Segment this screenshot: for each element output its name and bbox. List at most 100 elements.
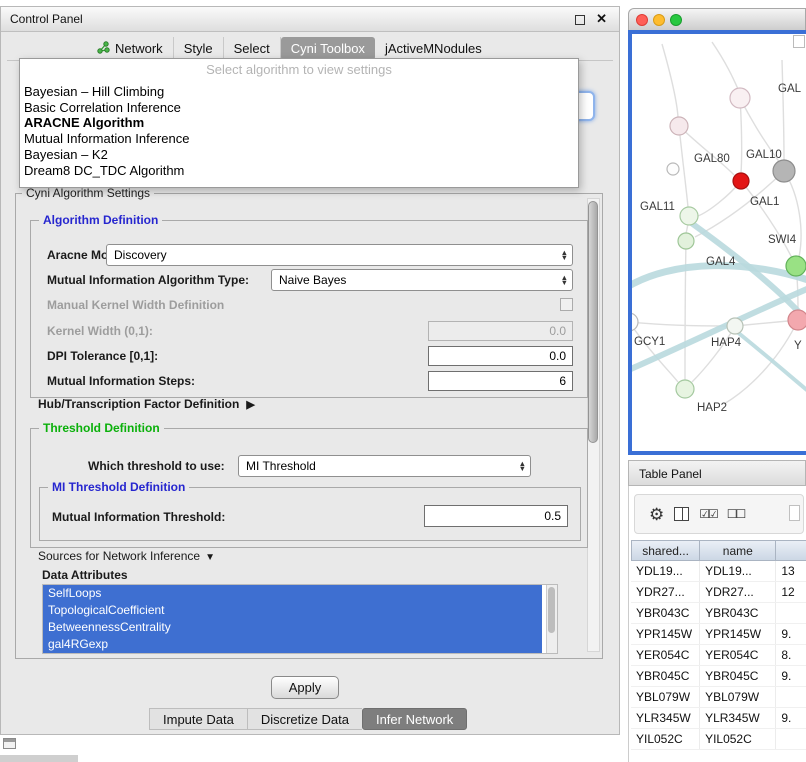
network-edge[interactable]	[662, 44, 678, 117]
table-row[interactable]: YBR043CYBR043C	[631, 603, 806, 624]
network-edge[interactable]	[782, 60, 784, 160]
network-node[interactable]	[667, 163, 679, 175]
node-label-gal4: GAL4	[706, 256, 736, 268]
minimize-traffic-light[interactable]	[653, 14, 665, 26]
select-all-icon[interactable]: ☑☑	[699, 507, 717, 521]
attributes-scrollbar-thumb[interactable]	[548, 587, 555, 633]
network-node[interactable]	[788, 310, 806, 330]
column-header-name[interactable]: name	[700, 540, 776, 561]
attributes-scrollbar[interactable]	[546, 585, 557, 653]
data-attributes-list[interactable]: SelfLoopsTopologicalCoefficientBetweenne…	[42, 584, 558, 654]
network-edge-highlighted[interactable]	[632, 286, 806, 372]
algorithm-option-basic-correlation-inference[interactable]: Basic Correlation Inference	[20, 100, 578, 116]
data-attributes-label: Data Attributes	[42, 568, 128, 582]
algorithm-popup-list: Bayesian – Hill ClimbingBasic Correlatio…	[20, 84, 578, 178]
restore-icon[interactable]	[575, 15, 585, 25]
table-cell: 9.	[776, 624, 806, 644]
mi-threshold-field[interactable]: 0.5	[424, 505, 568, 527]
bottom-tab-impute-data[interactable]: Impute Data	[149, 708, 247, 730]
network-node[interactable]	[773, 160, 795, 182]
clear-selection-icon[interactable]: ☐☐	[727, 507, 745, 521]
table-row[interactable]: YLR345WYLR345W9.	[631, 708, 806, 729]
column-header-shared[interactable]: shared...	[631, 540, 700, 561]
table-row[interactable]: YER054CYER054C8.	[631, 645, 806, 666]
apply-button[interactable]: Apply	[271, 676, 339, 699]
attribute-item-gal4rgexp[interactable]: gal4RGexp	[43, 636, 542, 653]
network-tab-icon	[97, 41, 110, 57]
mi-algorithm-type-select[interactable]: Naive Bayes ▲▼	[271, 269, 573, 291]
network-node[interactable]	[676, 380, 694, 398]
table-row[interactable]: YDR27...YDR27...12	[631, 582, 806, 603]
table-cell: YDR27...	[700, 582, 776, 602]
network-edge-highlighted[interactable]	[632, 266, 806, 289]
network-node[interactable]	[733, 173, 749, 189]
network-edge[interactable]	[679, 126, 734, 175]
zoom-traffic-light[interactable]	[670, 14, 682, 26]
algorithm-option-mutual-information-inference[interactable]: Mutual Information Inference	[20, 131, 578, 147]
which-threshold-label: Which threshold to use:	[88, 459, 225, 473]
attribute-item-topologicalcoefficient[interactable]: TopologicalCoefficient	[43, 602, 542, 619]
close-icon[interactable]: ✕	[596, 11, 607, 27]
column-header-extra[interactable]	[776, 540, 806, 561]
table-row[interactable]: YPR145WYPR145W9.	[631, 624, 806, 645]
hub-transcription-factor-section[interactable]: Hub/Transcription Factor Definition▶	[38, 397, 255, 411]
collapsed-arrow-icon[interactable]: ▶	[246, 398, 254, 411]
tab-style[interactable]: Style	[174, 37, 224, 60]
network-edge[interactable]	[741, 181, 792, 258]
network-node[interactable]	[670, 117, 688, 135]
bottom-tab-discretize-data[interactable]: Discretize Data	[247, 708, 362, 730]
network-node[interactable]	[680, 207, 698, 225]
dpi-tolerance-field[interactable]: 0.0	[428, 346, 573, 366]
aracne-mode-select[interactable]: Discovery ▲▼	[106, 244, 573, 266]
network-node[interactable]	[786, 256, 806, 276]
manual-kernel-width-checkbox[interactable]	[560, 298, 573, 311]
network-node[interactable]	[678, 233, 694, 249]
network-edge[interactable]	[632, 322, 727, 326]
gear-icon[interactable]: ⚙	[649, 506, 664, 523]
settings-scrollbar-thumb[interactable]	[588, 201, 598, 443]
cyni-algorithm-settings-group: Cyni Algorithm Settings Algorithm Defini…	[15, 193, 603, 659]
table-cell: 9.	[776, 666, 806, 686]
partial-toolbar-icon[interactable]	[789, 505, 800, 521]
which-threshold-select[interactable]: MI Threshold ▲▼	[238, 455, 531, 477]
tab-select[interactable]: Select	[224, 37, 281, 60]
table-row[interactable]: YIL052CYIL052C	[631, 729, 806, 750]
close-traffic-light[interactable]	[636, 14, 648, 26]
mi-steps-field[interactable]: 6	[428, 371, 573, 391]
table-row[interactable]: YBR045CYBR045C9.	[631, 666, 806, 687]
combo-arrows-icon: ▲▼	[519, 461, 526, 472]
network-edge[interactable]	[740, 98, 742, 173]
network-window-titlebar[interactable]	[628, 8, 806, 30]
attribute-item-selfloops[interactable]: SelfLoops	[43, 585, 542, 602]
table-cell: 13	[776, 561, 806, 581]
table-row[interactable]: YDL19...YDL19...13	[631, 561, 806, 582]
columns-icon[interactable]	[674, 507, 689, 521]
node-table: shared...name YDL19...YDL19...13YDR27...…	[631, 540, 806, 750]
network-node[interactable]	[727, 318, 743, 334]
table-row[interactable]: YBL079WYBL079W	[631, 687, 806, 708]
kernel-width-field: 0.0	[428, 321, 573, 341]
expanded-arrow-icon[interactable]: ▼	[205, 552, 215, 563]
settings-scrollbar[interactable]	[587, 198, 600, 652]
table-cell: YBR043C	[631, 603, 700, 623]
network-node[interactable]	[730, 88, 750, 108]
tab-network[interactable]: Network	[87, 37, 174, 60]
network-canvas[interactable]: GALGAL80GAL10GAL11GAL1SWI4GAL4GCY1HAP4YH…	[632, 34, 806, 451]
algorithm-definition-title: Algorithm Definition	[39, 213, 162, 227]
tab-jactivemnodules[interactable]: jActiveMNodules	[375, 37, 492, 60]
tab-cyni-toolbox[interactable]: Cyni Toolbox	[281, 37, 375, 60]
algorithm-option-aracne-algorithm[interactable]: ARACNE Algorithm	[20, 115, 578, 131]
minimized-window-icon[interactable]	[3, 738, 16, 749]
table-toolbar: ⚙ ☑☑ ☐☐	[634, 494, 804, 534]
network-edge[interactable]	[712, 42, 738, 89]
algorithm-option-bayesian-hill-climbing[interactable]: Bayesian – Hill Climbing	[20, 84, 578, 100]
network-edge[interactable]	[679, 126, 688, 207]
network-node[interactable]	[632, 313, 638, 331]
algorithm-option-dream8-dc-tdc-algorithm[interactable]: Dream8 DC_TDC Algorithm	[20, 163, 578, 179]
table-cell: YDL19...	[700, 561, 776, 581]
sources-section-header[interactable]: Sources for Network Inference▼	[38, 549, 215, 563]
bottom-tab-infer-network[interactable]: Infer Network	[362, 708, 467, 730]
network-edge[interactable]	[685, 241, 686, 380]
attribute-item-betweennesscentrality[interactable]: BetweennessCentrality	[43, 619, 542, 636]
algorithm-option-bayesian-k2[interactable]: Bayesian – K2	[20, 147, 578, 163]
